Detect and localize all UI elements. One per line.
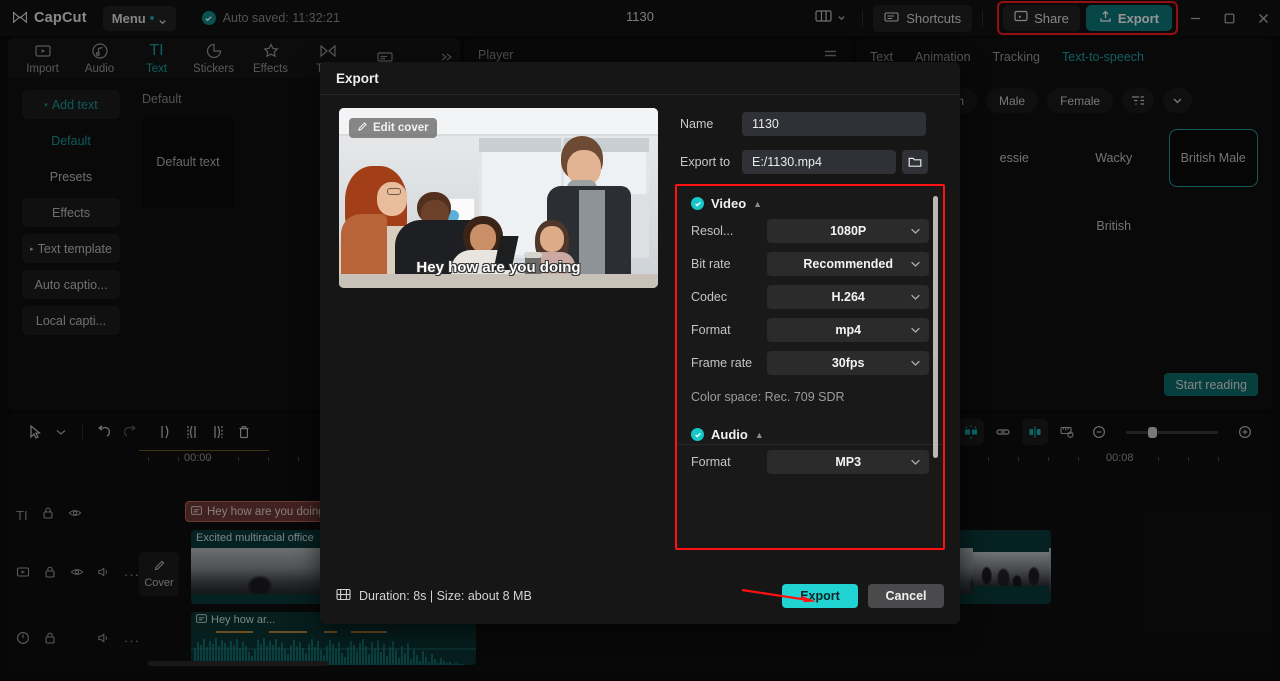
resolution-value: 1080P [830,224,867,238]
resolution-select[interactable]: 1080P [767,219,929,243]
cancel-button[interactable]: Cancel [868,584,944,608]
codec-label: Codec [691,290,728,304]
resolution-row: Resol... 1080P [691,218,929,244]
format-select[interactable]: mp4 [767,318,929,342]
export-dialog-footer: Duration: 8s | Size: about 8 MB Export C… [320,568,960,624]
bitrate-value: Recommended [803,257,893,271]
pencil-icon [357,121,368,135]
framerate-value: 30fps [831,356,865,370]
annotation-arrow [742,588,816,603]
name-field-row: Name 1130 [680,112,926,136]
chevron-down-icon [910,455,921,469]
audio-checkbox[interactable] [691,428,704,441]
bitrate-select[interactable]: Recommended [767,252,929,276]
video-checkbox[interactable] [691,197,704,210]
chevron-down-icon [910,323,921,337]
folder-icon[interactable] [902,150,928,174]
capcut-app-window: CapCut Menu Auto saved: 11:32:21 1130 Sh… [0,0,1280,681]
video-section-title: Video [711,196,747,211]
thumbnail-caption: Hey how are you doing [416,259,581,276]
codec-row: Codec H.264 [691,284,929,310]
export-path-row: Export to E:/1130.mp4 [680,150,928,174]
color-space-text: Color space: Rec. 709 SDR [691,390,845,404]
collapse-icon[interactable]: ▲ [755,430,764,440]
format-value: mp4 [835,323,862,337]
chevron-down-icon [910,356,921,370]
duration-info: Duration: 8s | Size: about 8 MB [336,588,532,604]
format-label: Format [691,323,731,337]
codec-value: H.264 [831,290,865,304]
bitrate-row: Bit rate Recommended [691,251,929,277]
export-dialog: Export Edit cover Hey how are you doing … [320,62,960,624]
export-settings-highlight: Video ▲ Resol... 1080P Bit rate Recommen… [675,184,945,550]
audio-format-row: Format MP3 [691,449,929,475]
film-icon [336,588,351,604]
duration-text: Duration: 8s | Size: about 8 MB [359,589,532,603]
audio-section-title: Audio [711,427,748,442]
audio-section-header: Audio ▲ [691,427,929,442]
format-row: Format mp4 [691,317,929,343]
settings-scrollbar[interactable] [933,196,938,458]
framerate-select[interactable]: 30fps [767,351,929,375]
export-to-label: Export to [680,155,731,169]
codec-select[interactable]: H.264 [767,285,929,309]
bitrate-label: Bit rate [691,257,731,271]
framerate-label: Frame rate [691,356,753,370]
audio-format-value: MP3 [835,455,862,469]
audio-format-label: Format [691,455,731,469]
name-input[interactable]: 1130 [742,112,926,136]
edit-cover-label: Edit cover [373,122,429,134]
name-label: Name [680,117,714,131]
chevron-down-icon [910,257,921,271]
export-dialog-title: Export [320,62,960,95]
video-section-header: Video ▲ [691,196,929,211]
resolution-label: Resol... [691,224,734,238]
chevron-down-icon [910,224,921,238]
edit-cover-button[interactable]: Edit cover [349,118,437,138]
collapse-icon[interactable]: ▲ [753,199,762,209]
cover-thumbnail: Edit cover Hey how are you doing [339,108,658,288]
framerate-row: Frame rate 30fps [691,350,929,376]
chevron-down-icon [910,290,921,304]
export-path-input[interactable]: E:/1130.mp4 [742,150,896,174]
audio-format-select[interactable]: MP3 [767,450,929,474]
